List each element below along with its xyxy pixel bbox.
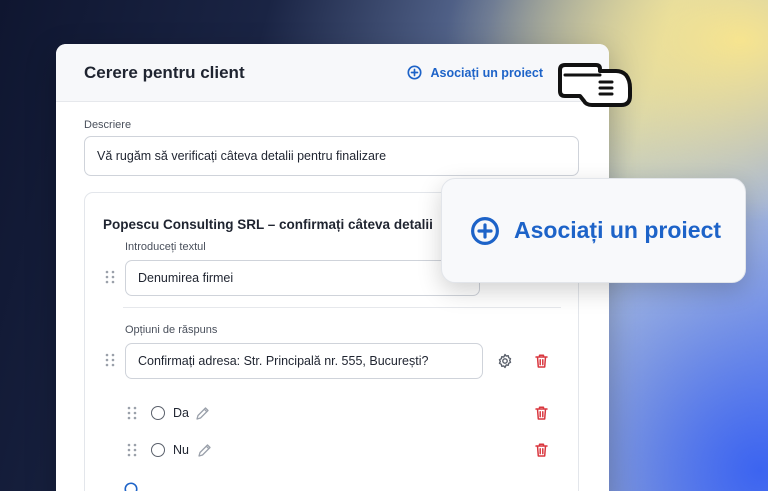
section-divider: [123, 307, 561, 308]
popup-label: Asociați un proiect: [514, 217, 722, 243]
settings-button[interactable]: [496, 352, 514, 370]
option-label: Da: [173, 406, 189, 420]
plus-circle-icon: [407, 65, 422, 80]
text-field-label: Introduceți textul: [125, 241, 206, 253]
delete-option-button[interactable]: [532, 404, 550, 422]
pointing-hand-cursor-icon: [558, 63, 632, 107]
delete-option-button[interactable]: [532, 441, 550, 459]
section-title: Popescu Consulting SRL – confirmați câte…: [103, 217, 433, 232]
description-label: Descriere: [84, 119, 132, 131]
edit-option-button[interactable]: [195, 441, 213, 459]
drag-handle-icon[interactable]: [105, 270, 115, 284]
delete-question-button[interactable]: [532, 352, 550, 370]
drag-handle-icon[interactable]: [127, 406, 137, 420]
card-title: Cerere pentru client: [84, 62, 245, 82]
pencil-icon: [197, 443, 211, 457]
drag-handle-icon[interactable]: [127, 443, 137, 457]
associate-project-popup-button[interactable]: Asociați un proiect: [441, 178, 746, 283]
gear-icon: [498, 353, 512, 369]
plus-circle-icon: [471, 216, 499, 245]
answer-options-label: Opțiuni de răspuns: [125, 324, 218, 336]
associate-project-link[interactable]: Asociați un proiect: [407, 65, 543, 80]
edit-option-button[interactable]: [193, 404, 211, 422]
card-header: Cerere pentru client Asociați un proiect: [56, 44, 609, 102]
plus-circle-icon: [124, 482, 138, 491]
trash-icon: [534, 354, 548, 368]
drag-handle-icon[interactable]: [105, 353, 115, 367]
text-field-input[interactable]: Denumirea firmei: [125, 260, 480, 296]
radio-option-no[interactable]: [151, 443, 165, 457]
radio-option-yes[interactable]: [151, 406, 165, 420]
associate-project-label: Asociați un proiect: [430, 65, 543, 80]
add-option-link-partial[interactable]: [124, 482, 138, 491]
description-input[interactable]: Vă rugăm să verificați câteva detalii pe…: [84, 136, 579, 176]
trash-icon: [534, 443, 548, 457]
pencil-icon: [195, 406, 209, 420]
question-input[interactable]: Confirmați adresa: Str. Principală nr. 5…: [125, 343, 483, 379]
trash-icon: [534, 406, 548, 420]
option-label: Nu: [173, 443, 189, 457]
